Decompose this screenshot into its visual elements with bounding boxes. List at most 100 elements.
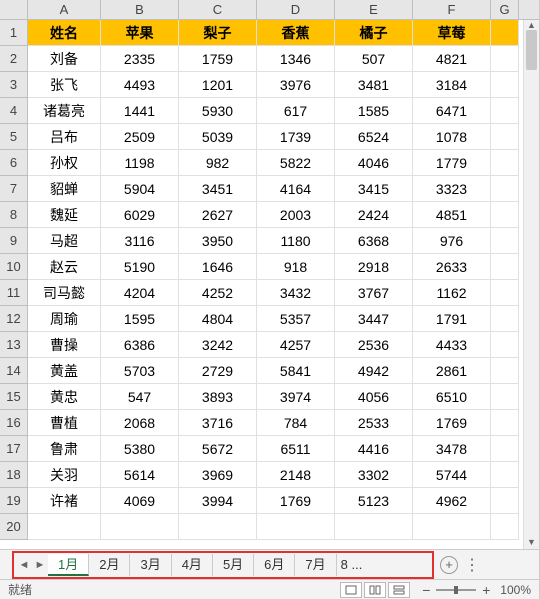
col-header-A[interactable]: A — [28, 0, 101, 19]
value-cell[interactable]: 2509 — [101, 124, 179, 150]
value-cell[interactable]: 3969 — [179, 462, 257, 488]
spreadsheet-grid[interactable]: A B C D E F G 1姓名苹果梨子香蕉橘子草莓2刘备2335175913… — [0, 0, 539, 540]
value-cell[interactable]: 5744 — [413, 462, 491, 488]
add-sheet-button[interactable]: + — [440, 556, 458, 574]
value-cell[interactable]: 5614 — [101, 462, 179, 488]
name-cell[interactable]: 周瑜 — [28, 306, 101, 332]
value-cell[interactable]: 1441 — [101, 98, 179, 124]
row-header[interactable]: 13 — [0, 332, 28, 358]
value-cell[interactable]: 6524 — [335, 124, 413, 150]
empty-cell[interactable] — [491, 462, 519, 488]
value-cell[interactable]: 1646 — [179, 254, 257, 280]
zoom-out-button[interactable]: − — [418, 582, 434, 598]
row-header[interactable]: 19 — [0, 488, 28, 514]
value-cell[interactable]: 507 — [335, 46, 413, 72]
value-cell[interactable]: 3767 — [335, 280, 413, 306]
empty-cell[interactable] — [491, 150, 519, 176]
zoom-in-button[interactable]: + — [478, 582, 494, 598]
name-cell[interactable]: 关羽 — [28, 462, 101, 488]
value-cell[interactable]: 4164 — [257, 176, 335, 202]
empty-cell[interactable] — [257, 514, 335, 540]
row-header[interactable]: 18 — [0, 462, 28, 488]
header-cell[interactable]: 草莓 — [413, 20, 491, 46]
value-cell[interactable]: 2861 — [413, 358, 491, 384]
row-header[interactable]: 17 — [0, 436, 28, 462]
col-header-D[interactable]: D — [257, 0, 335, 19]
value-cell[interactable]: 4257 — [257, 332, 335, 358]
vertical-scrollbar[interactable]: ▲ ▼ — [523, 20, 539, 549]
value-cell[interactable]: 3451 — [179, 176, 257, 202]
name-cell[interactable]: 曹操 — [28, 332, 101, 358]
value-cell[interactable]: 4069 — [101, 488, 179, 514]
value-cell[interactable]: 6511 — [257, 436, 335, 462]
value-cell[interactable]: 3976 — [257, 72, 335, 98]
value-cell[interactable]: 3481 — [335, 72, 413, 98]
value-cell[interactable]: 2335 — [101, 46, 179, 72]
value-cell[interactable]: 4821 — [413, 46, 491, 72]
tab-more-icon[interactable]: ⋮ — [464, 555, 480, 575]
empty-cell[interactable] — [491, 46, 519, 72]
sheet-tab[interactable]: 1月 — [48, 554, 89, 576]
name-cell[interactable]: 曹植 — [28, 410, 101, 436]
value-cell[interactable]: 5380 — [101, 436, 179, 462]
value-cell[interactable]: 6510 — [413, 384, 491, 410]
empty-cell[interactable] — [491, 358, 519, 384]
sheet-tab[interactable]: 2月 — [89, 554, 130, 576]
value-cell[interactable]: 5822 — [257, 150, 335, 176]
empty-cell[interactable] — [335, 514, 413, 540]
name-cell[interactable]: 许褚 — [28, 488, 101, 514]
value-cell[interactable]: 6471 — [413, 98, 491, 124]
scroll-thumb[interactable] — [526, 30, 537, 70]
header-cell[interactable]: 橘子 — [335, 20, 413, 46]
value-cell[interactable]: 4056 — [335, 384, 413, 410]
scroll-down-arrow[interactable]: ▼ — [524, 537, 539, 549]
sheet-tab[interactable]: 5月 — [213, 554, 254, 576]
select-all-corner[interactable] — [0, 0, 28, 19]
zoom-level[interactable]: 100% — [500, 583, 531, 597]
value-cell[interactable]: 2003 — [257, 202, 335, 228]
value-cell[interactable]: 1791 — [413, 306, 491, 332]
value-cell[interactable]: 3323 — [413, 176, 491, 202]
value-cell[interactable]: 1180 — [257, 228, 335, 254]
empty-cell[interactable] — [491, 332, 519, 358]
value-cell[interactable]: 1585 — [335, 98, 413, 124]
empty-cell[interactable] — [491, 124, 519, 150]
header-cell[interactable]: 苹果 — [101, 20, 179, 46]
row-header[interactable]: 4 — [0, 98, 28, 124]
col-header-B[interactable]: B — [101, 0, 179, 19]
empty-cell[interactable] — [491, 488, 519, 514]
empty-cell[interactable] — [179, 514, 257, 540]
row-header[interactable]: 20 — [0, 514, 28, 540]
row-header[interactable]: 1 — [0, 20, 28, 46]
row-header[interactable]: 2 — [0, 46, 28, 72]
empty-cell[interactable] — [413, 514, 491, 540]
col-header-E[interactable]: E — [335, 0, 413, 19]
value-cell[interactable]: 3950 — [179, 228, 257, 254]
header-cell[interactable]: 梨子 — [179, 20, 257, 46]
row-header[interactable]: 15 — [0, 384, 28, 410]
row-header[interactable]: 6 — [0, 150, 28, 176]
row-header[interactable]: 5 — [0, 124, 28, 150]
value-cell[interactable]: 3447 — [335, 306, 413, 332]
row-header[interactable]: 3 — [0, 72, 28, 98]
value-cell[interactable]: 6029 — [101, 202, 179, 228]
value-cell[interactable]: 3415 — [335, 176, 413, 202]
name-cell[interactable]: 司马懿 — [28, 280, 101, 306]
row-header[interactable]: 7 — [0, 176, 28, 202]
value-cell[interactable]: 6368 — [335, 228, 413, 254]
value-cell[interactable]: 5190 — [101, 254, 179, 280]
value-cell[interactable]: 4851 — [413, 202, 491, 228]
value-cell[interactable]: 3302 — [335, 462, 413, 488]
header-cell[interactable]: 香蕉 — [257, 20, 335, 46]
empty-cell[interactable] — [491, 306, 519, 332]
value-cell[interactable]: 3184 — [413, 72, 491, 98]
empty-cell[interactable] — [491, 20, 519, 46]
name-cell[interactable]: 诸葛亮 — [28, 98, 101, 124]
empty-cell[interactable] — [491, 280, 519, 306]
value-cell[interactable]: 1759 — [179, 46, 257, 72]
value-cell[interactable]: 617 — [257, 98, 335, 124]
value-cell[interactable]: 2424 — [335, 202, 413, 228]
value-cell[interactable]: 3974 — [257, 384, 335, 410]
view-pagebreak-button[interactable] — [388, 582, 410, 598]
name-cell[interactable]: 鲁肃 — [28, 436, 101, 462]
